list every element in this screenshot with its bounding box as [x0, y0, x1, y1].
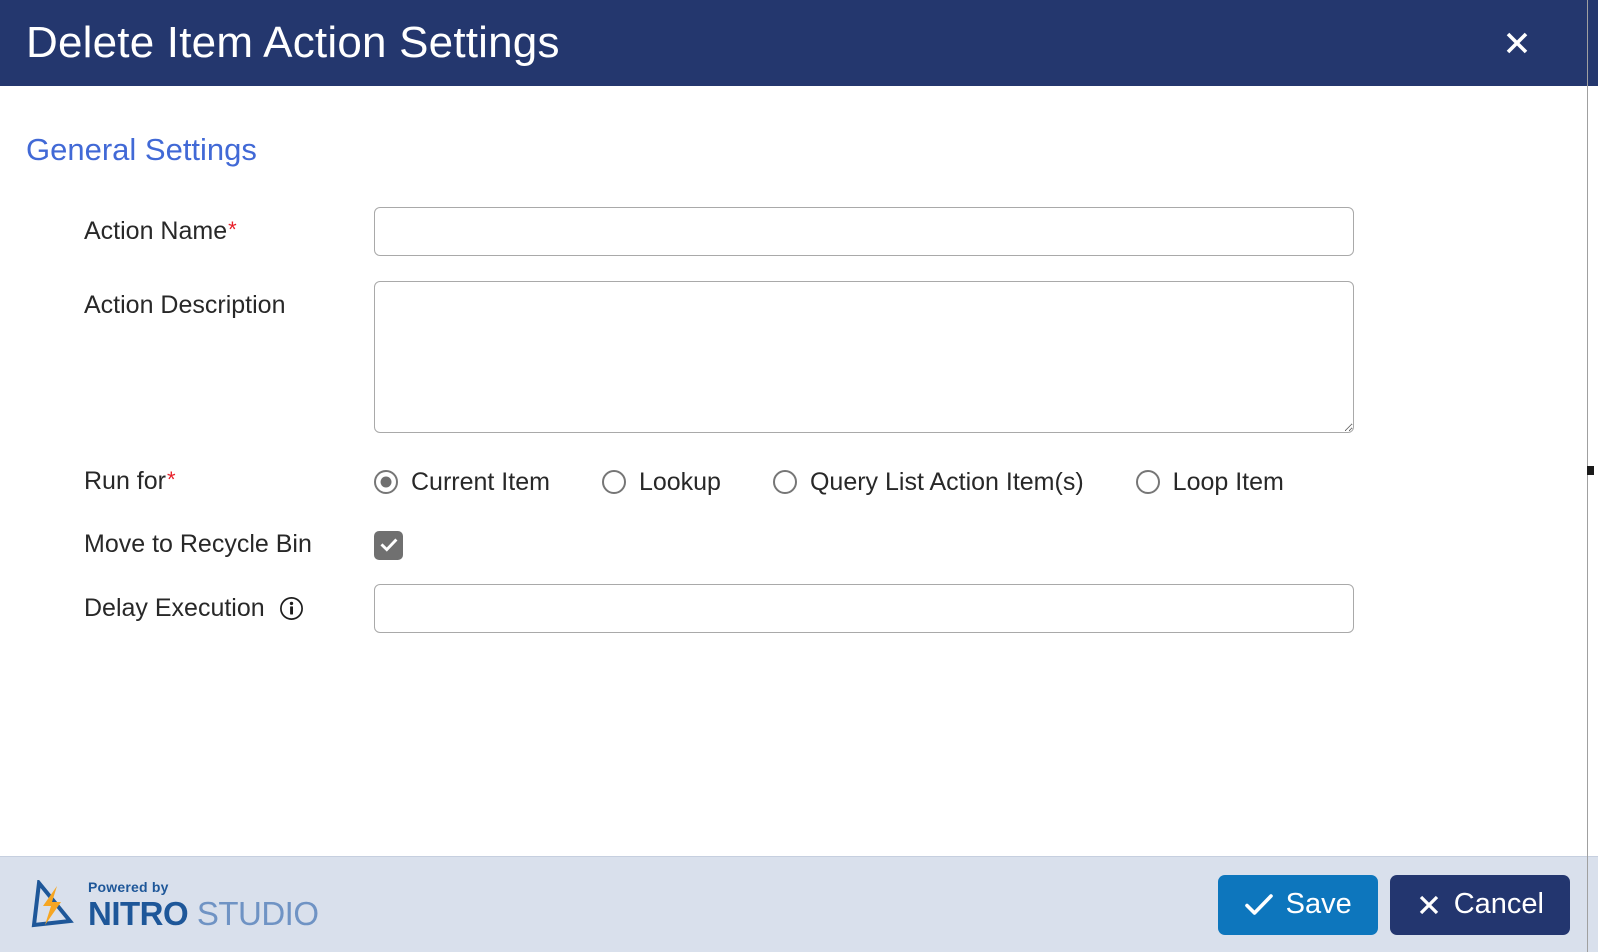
radio-option-current-item[interactable]: Current Item [374, 467, 550, 496]
control-action-name [374, 207, 1560, 256]
brand-powered-by: Powered by [88, 878, 169, 895]
label-action-description: Action Description [0, 281, 374, 330]
brand-nitro-studio: Powered by NITRO STUDIO [30, 879, 319, 930]
section-heading-general-settings: General Settings [26, 132, 257, 167]
radio-option-query-list-action-items[interactable]: Query List Action Item(s) [772, 467, 1084, 496]
radio-icon-unselected [1135, 470, 1160, 494]
check-icon [1244, 892, 1274, 918]
label-run-for: Run for * [0, 461, 374, 503]
action-description-textarea[interactable] [374, 281, 1354, 433]
field-row-run-for: Run for * Current Item Lookup Query List… [0, 461, 1560, 503]
dialog-body: General Settings Action Name * Action Des… [0, 86, 1598, 856]
label-action-description-text: Action Description [84, 290, 286, 319]
general-settings-form: Action Name * Action Description Run for * [0, 207, 1560, 633]
move-to-recycle-bin-checkbox-wrap [374, 524, 1560, 566]
close-button[interactable] [1500, 26, 1534, 60]
brand-name-nitro: NITRO [88, 894, 189, 932]
control-move-to-recycle-bin [374, 524, 1560, 566]
nitro-bolt-logo-icon [30, 879, 76, 930]
field-row-action-name: Action Name * [0, 207, 1560, 256]
delay-execution-input[interactable] [374, 584, 1354, 633]
info-icon[interactable] [279, 596, 304, 621]
cancel-button-label: Cancel [1453, 888, 1544, 920]
save-button-label: Save [1285, 888, 1352, 920]
control-run-for: Current Item Lookup Query List Action It… [374, 461, 1560, 503]
dialog-footer: Powered by NITRO STUDIO Save Cancel [0, 856, 1598, 952]
required-asterisk: * [166, 467, 176, 492]
cancel-button[interactable]: Cancel [1389, 874, 1570, 935]
label-delay-execution-text: Delay Execution [84, 593, 265, 622]
label-run-for-text: Run for [84, 467, 166, 496]
dialog-header: Delete Item Action Settings [0, 0, 1598, 86]
action-name-input[interactable] [374, 207, 1354, 256]
label-action-name-text: Action Name [84, 216, 228, 245]
field-row-move-to-recycle-bin: Move to Recycle Bin [0, 524, 1560, 566]
radio-option-loop-item[interactable]: Loop Item [1135, 467, 1284, 496]
label-move-to-recycle-bin: Move to Recycle Bin [0, 524, 374, 566]
panel-right-border [1587, 0, 1588, 952]
label-action-name: Action Name * [0, 207, 374, 256]
brand-name-studio: STUDIO [188, 894, 319, 932]
dialog-title: Delete Item Action Settings [26, 18, 560, 67]
run-for-radio-group: Current Item Lookup Query List Action It… [374, 461, 1560, 503]
footer-buttons: Save Cancel [1217, 874, 1570, 935]
move-to-recycle-bin-checkbox[interactable] [374, 530, 403, 560]
delete-item-action-settings-dialog: Delete Item Action Settings General Sett… [0, 0, 1598, 952]
control-action-description [374, 281, 1560, 433]
required-asterisk: * [228, 216, 237, 242]
radio-icon-unselected [772, 470, 797, 494]
label-delay-execution: Delay Execution [0, 584, 374, 633]
brand-name: NITRO STUDIO [88, 897, 319, 930]
save-button[interactable]: Save [1217, 874, 1378, 935]
radio-label-loop-item: Loop Item [1172, 467, 1284, 496]
radio-label-query-list-action-items: Query List Action Item(s) [809, 467, 1084, 496]
panel-resize-handle[interactable] [1587, 466, 1594, 475]
control-delay-execution [374, 584, 1560, 633]
radio-label-current-item: Current Item [411, 467, 550, 496]
field-row-delay-execution: Delay Execution [0, 584, 1560, 633]
field-row-action-description: Action Description [0, 281, 1560, 433]
close-icon [1416, 892, 1442, 918]
label-move-to-recycle-bin-text: Move to Recycle Bin [84, 530, 312, 559]
radio-icon-unselected [601, 470, 626, 494]
check-icon [379, 535, 399, 555]
radio-option-lookup[interactable]: Lookup [601, 467, 721, 496]
close-icon [1502, 28, 1532, 58]
brand-text: Powered by NITRO STUDIO [88, 880, 319, 930]
radio-label-lookup: Lookup [638, 467, 721, 496]
radio-icon-selected [374, 470, 398, 494]
